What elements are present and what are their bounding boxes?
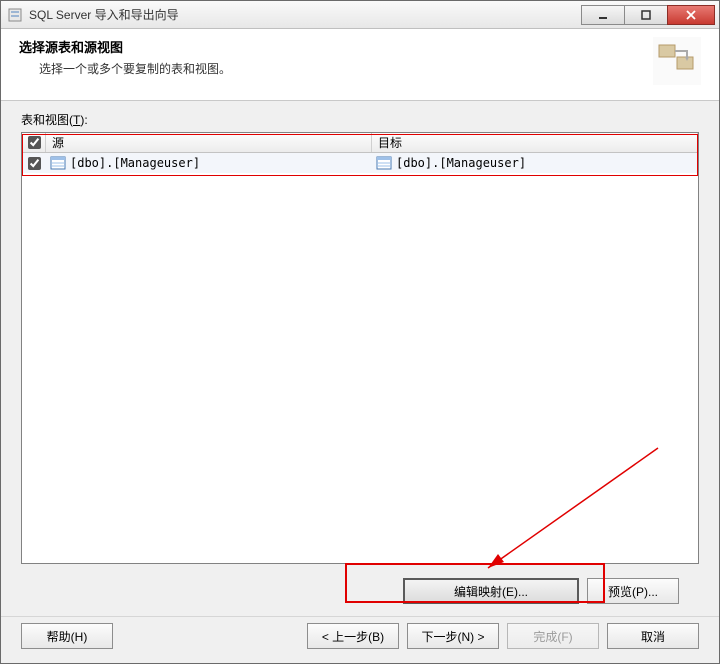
tables-grid[interactable]: 源 目标 [dbo].[Manageuser] [dbo].[M [21,132,699,564]
caption-prefix: 表和视图( [21,113,73,127]
table-row[interactable]: [dbo].[Manageuser] [dbo].[Manageuser] [22,153,698,173]
page-title: 选择源表和源视图 [19,37,653,56]
edit-mapping-button[interactable]: 编辑映射(E)... [403,578,579,604]
help-button[interactable]: 帮助(H) [21,623,113,649]
column-header-source[interactable]: 源 [46,133,372,152]
body-panel: 表和视图(T): 源 目标 [dbo].[Manageuser] [1,101,719,616]
table-icon [50,156,66,170]
action-row: 编辑映射(E)... 预览(P)... [21,564,699,616]
next-button[interactable]: 下一步(N) > [407,623,499,649]
wizard-window: SQL Server 导入和导出向导 选择源表和源视图 选择一个或多个要复制的表… [0,0,720,664]
minimize-button[interactable] [581,5,625,25]
cancel-button[interactable]: 取消 [607,623,699,649]
footer-buttons: 帮助(H) < 上一步(B) 下一步(N) > 完成(F) 取消 [1,616,719,663]
table-caption: 表和视图(T): [21,111,699,128]
close-button[interactable] [667,5,715,25]
window-title: SQL Server 导入和导出向导 [29,6,582,23]
select-all-cell[interactable] [22,133,46,152]
wizard-icon [653,37,701,85]
maximize-button[interactable] [624,5,668,25]
target-value: [dbo].[Manageuser] [396,156,526,170]
caption-suffix: ): [80,113,87,127]
preview-button[interactable]: 预览(P)... [587,578,679,604]
table-icon [376,156,392,170]
grid-header: 源 目标 [22,133,698,153]
back-button[interactable]: < 上一步(B) [307,623,399,649]
row-checkbox[interactable] [28,157,41,170]
select-all-checkbox[interactable] [28,136,41,149]
page-subtitle: 选择一个或多个要复制的表和视图。 [19,60,653,77]
app-icon [7,7,23,23]
titlebar: SQL Server 导入和导出向导 [1,1,719,29]
column-header-target[interactable]: 目标 [372,133,698,152]
source-value: [dbo].[Manageuser] [70,156,200,170]
finish-button: 完成(F) [507,623,599,649]
window-controls [582,5,715,25]
wizard-header: 选择源表和源视图 选择一个或多个要复制的表和视图。 [1,29,719,101]
